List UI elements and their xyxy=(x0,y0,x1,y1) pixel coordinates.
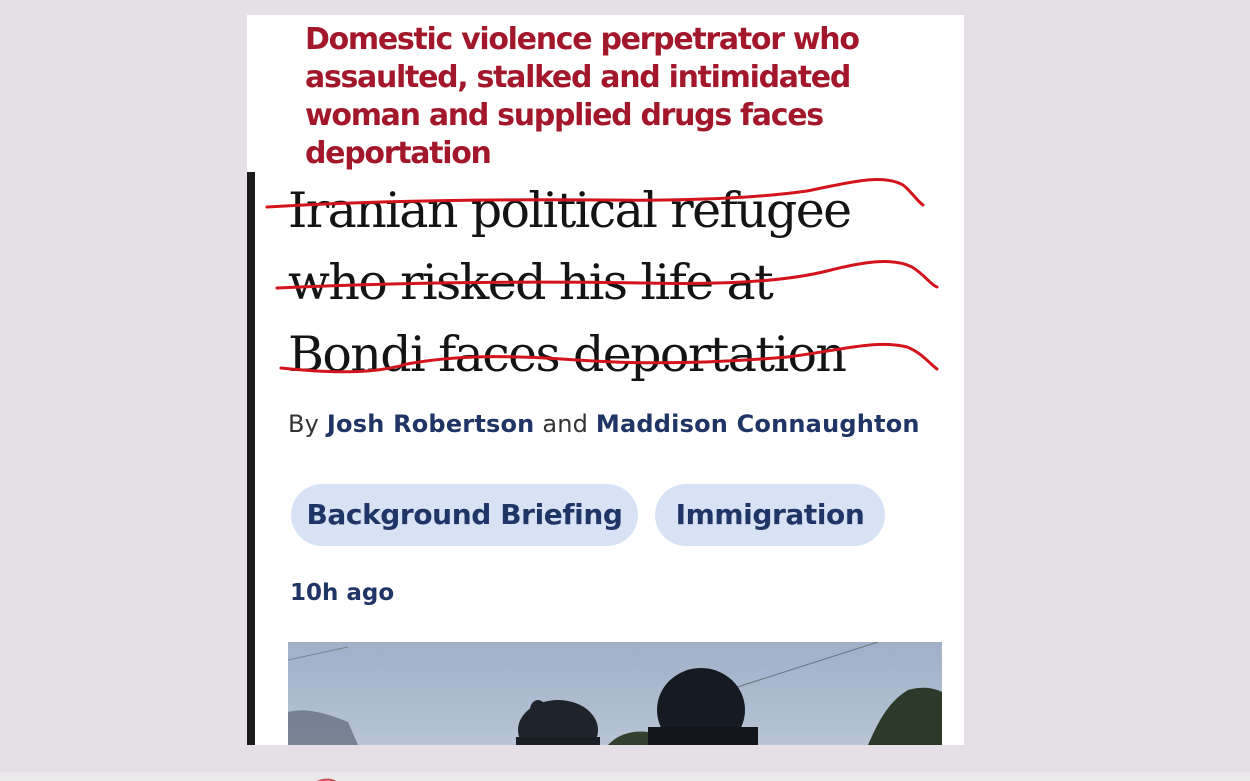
byline-conjunction: and xyxy=(542,410,589,438)
overlay-headline: Domestic violence perpetrator who assaul… xyxy=(305,21,905,173)
original-headline-line: Bondi faces deportation xyxy=(288,326,847,383)
overlay-headline-line: assaulted, stalked and intimidated xyxy=(305,60,851,95)
bottom-edge-mark xyxy=(317,778,337,781)
hero-image[interactable] xyxy=(288,642,942,745)
overlay-headline-line: woman and supplied drugs faces xyxy=(305,98,824,133)
publish-timestamp: 10h ago xyxy=(290,580,395,606)
overlay-headline-line: Domestic violence perpetrator who xyxy=(305,22,860,57)
author-link-maddison-connaughton[interactable]: Maddison Connaughton xyxy=(596,410,920,438)
article-card: Domestic violence perpetrator who assaul… xyxy=(247,15,964,745)
overlay-headline-line: deportation xyxy=(305,136,492,171)
card-left-border-gap xyxy=(247,15,255,172)
tag-immigration[interactable]: Immigration xyxy=(655,484,885,546)
original-headline[interactable]: Iranian political refugee who risked his… xyxy=(288,175,948,391)
hero-photo xyxy=(288,642,942,745)
bottom-edge xyxy=(0,772,1250,781)
original-headline-line: Iranian political refugee xyxy=(288,182,852,239)
original-headline-line: who risked his life at xyxy=(288,254,774,311)
byline: By Josh Robertson and Maddison Connaught… xyxy=(288,410,920,438)
byline-prefix: By xyxy=(288,410,320,438)
tag-background-briefing[interactable]: Background Briefing xyxy=(291,484,638,546)
author-link-josh-robertson[interactable]: Josh Robertson xyxy=(327,410,535,438)
screenshot-canvas: Domestic violence perpetrator who assaul… xyxy=(0,0,1250,781)
